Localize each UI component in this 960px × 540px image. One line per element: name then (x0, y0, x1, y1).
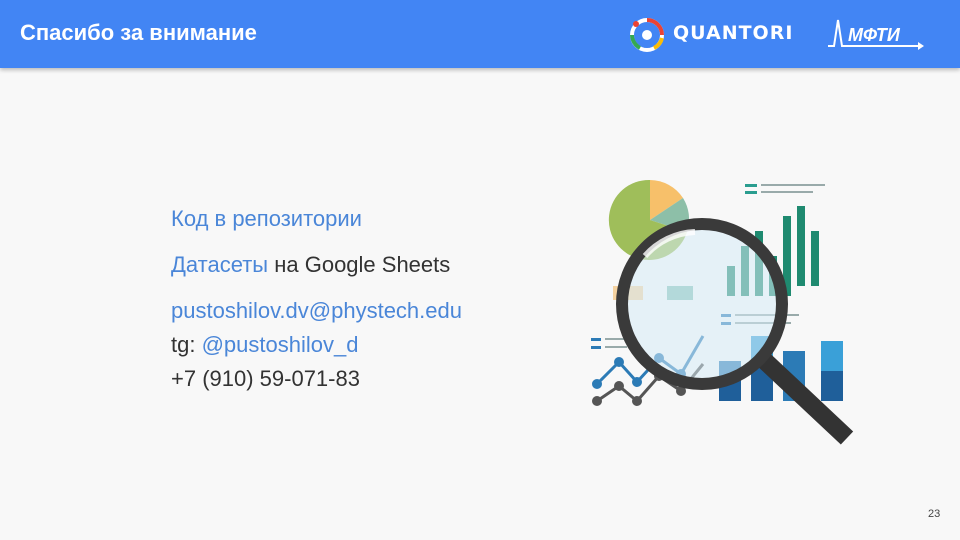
page-number: 23 (928, 508, 941, 520)
email-link[interactable]: pustoshilov.dv@phystech.edu (171, 298, 462, 323)
datasets-suffix: на Google Sheets (268, 252, 451, 277)
slide-title: Спасибо за внимание (20, 20, 257, 45)
quantori-logo-icon (630, 18, 664, 52)
tg-prefix: tg: (171, 332, 202, 357)
tg-link[interactable]: @pustoshilov_d (202, 332, 359, 357)
mipt-logo-icon: МФТИ (828, 19, 924, 50)
datasets-link[interactable]: Датасеты (171, 252, 268, 277)
repo-link[interactable]: Код в репозитории (171, 206, 362, 231)
mipt-logo-text: МФТИ (848, 25, 901, 45)
header-bar: Спасибо за внимание QUANTORI МФТИ (0, 0, 960, 68)
quantori-logo-text: QUANTORI (673, 22, 794, 44)
phone-number: +7 (910) 59-071-83 (171, 366, 360, 391)
legend-lines-icon (745, 184, 825, 194)
magnifier-charts-illustration (591, 179, 854, 445)
contact-block: Код в репозитории Датасеты на Google She… (171, 206, 462, 392)
